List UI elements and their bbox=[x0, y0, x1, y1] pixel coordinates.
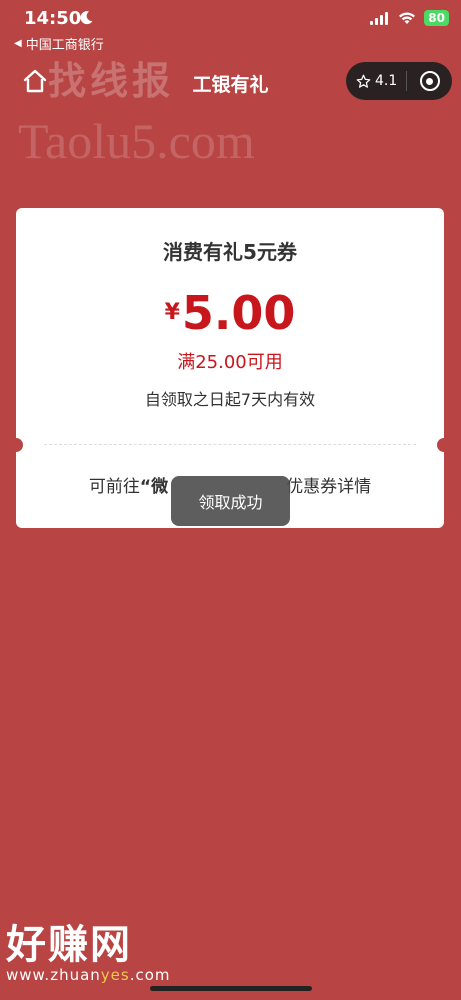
nav-bar: 工银有礼 4.1 bbox=[0, 58, 461, 104]
battery-icon: 80 bbox=[424, 10, 449, 26]
coupon-title: 消费有礼5元券 bbox=[163, 240, 297, 264]
target-icon bbox=[419, 71, 440, 91]
watermark-bottom: 好赚网 www.zhuanyes.com bbox=[6, 912, 171, 984]
hint-prefix: 可前往 bbox=[88, 477, 140, 497]
url-suffix: .com bbox=[129, 966, 171, 984]
status-time: 14:50 bbox=[24, 8, 82, 29]
coupon-threshold: 满25.00可用 bbox=[177, 352, 283, 373]
hint-bold: “微 bbox=[139, 477, 169, 497]
rating-value: 4.1 bbox=[375, 73, 398, 89]
url-prefix: www.zhuan bbox=[6, 966, 101, 984]
star-icon bbox=[356, 74, 371, 88]
signal-icon bbox=[370, 11, 390, 25]
watermark-bottom-url: www.zhuanyes.com bbox=[6, 966, 171, 984]
hint-suffix: 优惠券详情 bbox=[286, 477, 372, 497]
success-toast: 领取成功 bbox=[171, 476, 290, 526]
currency-symbol: ¥ bbox=[164, 300, 180, 325]
amount-value: 5.00 bbox=[181, 286, 296, 340]
status-bar: 14:50 80 bbox=[0, 0, 461, 34]
status-indicators: 80 bbox=[370, 10, 449, 26]
dashed-divider bbox=[44, 444, 416, 445]
wifi-icon bbox=[399, 12, 416, 24]
moon-icon bbox=[80, 11, 93, 25]
toast-message: 领取成功 bbox=[198, 493, 263, 512]
coupon-validity: 自领取之日起7天内有效 bbox=[144, 390, 316, 409]
home-indicator[interactable] bbox=[150, 986, 312, 991]
back-triangle-icon: ◀ bbox=[14, 38, 22, 49]
watermark-site: Taolu5.com bbox=[18, 113, 255, 169]
mini-program-capsule: 4.1 bbox=[346, 62, 452, 100]
coupon-amount: ¥5.00 bbox=[16, 286, 444, 340]
rating-button[interactable]: 4.1 bbox=[346, 73, 406, 89]
close-mini-program-button[interactable] bbox=[407, 71, 452, 91]
card-notch-left bbox=[9, 438, 23, 452]
card-notch-right bbox=[437, 438, 451, 452]
watermark-bottom-text: 好赚网 bbox=[6, 922, 132, 968]
url-highlight: yes bbox=[100, 966, 130, 984]
